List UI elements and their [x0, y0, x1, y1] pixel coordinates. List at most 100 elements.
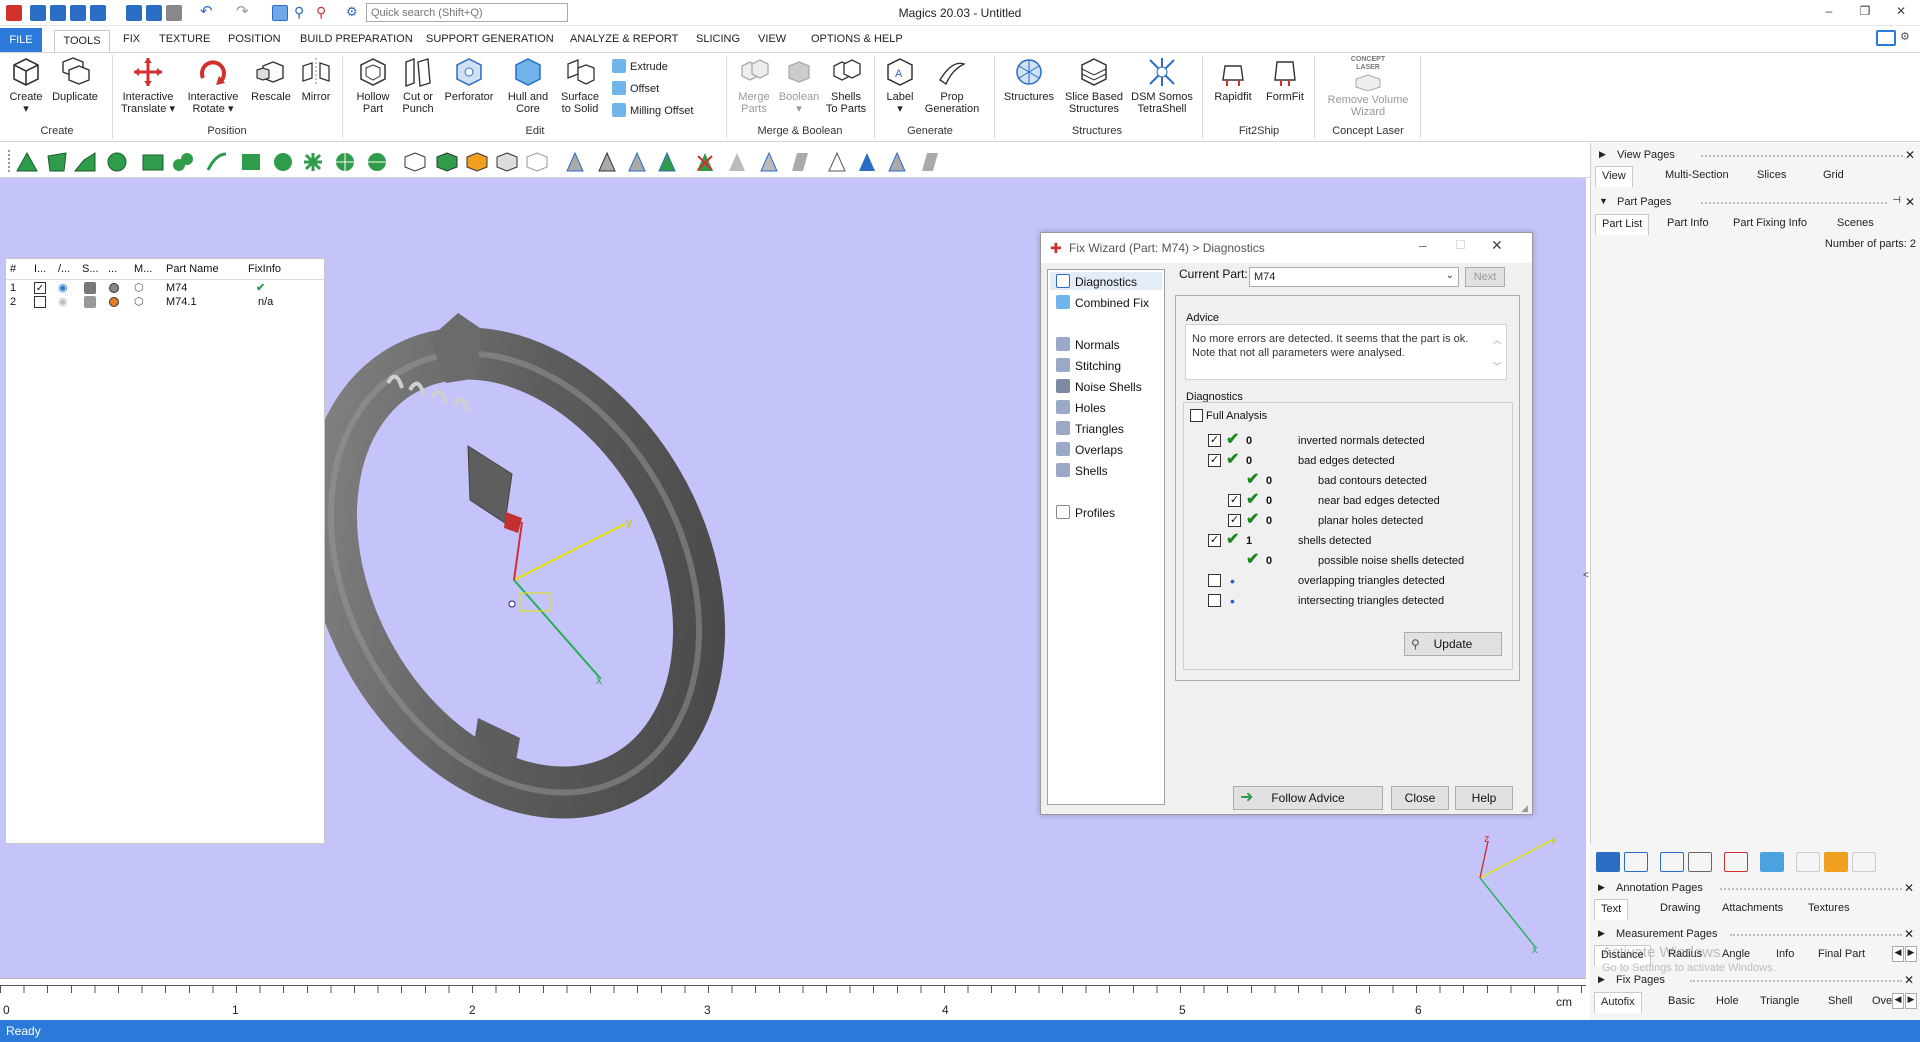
close-icon[interactable]: ✕ — [1905, 148, 1915, 162]
close-icon[interactable]: ✕ — [1905, 195, 1915, 209]
row-inverted-normals-checkbox[interactable]: ✓ — [1208, 434, 1221, 447]
dialog-minimize-icon[interactable]: – — [1419, 237, 1427, 253]
part-tool-icon-1[interactable] — [1796, 852, 1820, 872]
current-part-select[interactable]: M74 ⌄ — [1249, 267, 1459, 287]
formfit-button[interactable]: FormFit — [1260, 56, 1310, 103]
duplicate-button[interactable]: Duplicate — [50, 56, 100, 103]
menu-support-generation[interactable]: SUPPORT GENERATION — [426, 33, 554, 45]
col-number[interactable]: # — [10, 263, 16, 275]
menu-position[interactable]: POSITION — [228, 33, 281, 45]
tab-textures[interactable]: Textures — [1808, 902, 1850, 914]
menu-tools[interactable]: TOOLS — [54, 30, 110, 52]
triangle-tool-icon-10[interactable] — [886, 152, 908, 172]
triangle-tool-icon-9[interactable] — [856, 152, 878, 172]
tab-slices[interactable]: Slices — [1757, 169, 1786, 181]
part-cube-icon-5[interactable] — [526, 152, 548, 172]
menu-texture[interactable]: TEXTURE — [159, 33, 210, 45]
nav-holes[interactable]: Holes — [1056, 400, 1106, 415]
dsm-somos-tetrashell-button[interactable]: DSM Somos TetraShell — [1130, 56, 1194, 115]
col-include[interactable]: I... — [34, 263, 46, 275]
dialog-close-icon[interactable]: ✕ — [1491, 237, 1503, 254]
follow-advice-button[interactable]: ➜ Follow Advice — [1233, 786, 1383, 810]
tab-basic[interactable]: Basic — [1668, 995, 1695, 1007]
slice-based-structures-button[interactable]: Slice Based Structures — [1060, 56, 1128, 115]
cut-or-punch-button[interactable]: Cut or Punch — [396, 56, 440, 115]
nav-overlaps[interactable]: Overlaps — [1056, 442, 1123, 457]
part-cube-icon-4[interactable] — [496, 152, 518, 172]
panel-splitter-icon[interactable]: < — [1583, 570, 1589, 581]
triangle-tool-icon-2[interactable] — [596, 152, 618, 172]
triangle-tool-icon-11[interactable] — [918, 152, 940, 172]
nav-combined-fix[interactable]: Combined Fix — [1056, 295, 1149, 310]
select-connected-icon[interactable] — [172, 152, 194, 172]
tab-grid[interactable]: Grid — [1823, 169, 1844, 181]
offset-button[interactable]: Offset — [612, 81, 659, 95]
color-dot[interactable] — [109, 283, 119, 293]
tab-drawing[interactable]: Drawing — [1660, 902, 1700, 914]
tab-autofix[interactable]: Autofix — [1594, 992, 1642, 1013]
tabs-scroll-left-icon[interactable]: ◀ — [1892, 993, 1904, 1009]
pin-icon[interactable]: ⊣ — [1892, 195, 1901, 206]
tabs-scroll-right-icon[interactable]: ▶ — [1905, 946, 1917, 962]
row-shells-checkbox[interactable]: ✓ — [1208, 534, 1221, 547]
material-icon[interactable]: ⬡ — [134, 281, 144, 294]
tab-scenes[interactable]: Scenes — [1837, 217, 1874, 229]
close-icon[interactable]: ✕ — [1904, 973, 1914, 987]
col-material[interactable]: M... — [134, 263, 152, 275]
table-row[interactable]: 1 ✓ ◉ ⬡ M74 ✔ — [6, 281, 324, 295]
menu-view[interactable]: VIEW — [758, 33, 786, 45]
part-wire-icon[interactable] — [1688, 852, 1712, 872]
menu-file[interactable]: FILE — [0, 28, 42, 52]
mirror-button[interactable]: Mirror — [296, 56, 336, 103]
tab-shell[interactable]: Shell — [1828, 995, 1852, 1007]
close-icon[interactable]: ✕ — [1904, 881, 1914, 895]
shading-icon[interactable] — [84, 282, 96, 294]
select-box-icon[interactable] — [142, 152, 164, 172]
tab-hole[interactable]: Hole — [1716, 995, 1739, 1007]
nav-profiles[interactable]: Profiles — [1056, 505, 1115, 520]
dialog-maximize-icon[interactable]: ☐ — [1455, 238, 1466, 252]
interactive-rotate-button[interactable]: Interactive Rotate ▾ — [182, 56, 244, 115]
part-color-icon[interactable] — [1760, 852, 1784, 872]
select-shell-icon[interactable] — [272, 152, 294, 172]
ribbon-display-icon[interactable] — [1876, 30, 1896, 46]
eye-icon[interactable]: ◉ — [58, 295, 68, 308]
close-icon[interactable]: ✕ — [1892, 4, 1910, 20]
remove-volume-wizard-button[interactable]: CONCEPT LASER Remove Volume Wizard — [1318, 56, 1418, 118]
update-button[interactable]: ⚲ Update — [1404, 632, 1502, 656]
view-pages-header[interactable]: ▶ View Pages ✕ — [1591, 147, 1920, 165]
col-part-name[interactable]: Part Name — [166, 263, 219, 275]
perforator-button[interactable]: Perforator — [440, 56, 498, 103]
surface-to-solid-button[interactable]: Surface to Solid — [554, 56, 606, 115]
structures-button[interactable]: Structures — [1000, 56, 1058, 103]
select-multi-icon[interactable] — [302, 152, 324, 172]
tab-part-fixing-info[interactable]: Part Fixing Info — [1733, 217, 1807, 229]
nav-shells[interactable]: Shells — [1056, 463, 1108, 478]
tabs-scroll-left-icon[interactable]: ◀ — [1892, 946, 1904, 962]
minimize-icon[interactable]: – — [1820, 4, 1838, 20]
col-color[interactable]: ... — [108, 263, 117, 275]
select-globe-icon[interactable] — [366, 152, 388, 172]
close-button[interactable]: Close — [1391, 786, 1449, 810]
menu-build-preparation[interactable]: BUILD PREPARATION — [300, 33, 413, 45]
hull-and-core-button[interactable]: Hull and Core — [504, 56, 552, 115]
milling-offset-button[interactable]: Milling Offset — [612, 103, 693, 117]
settings-icon[interactable]: ⚙ — [1900, 30, 1910, 43]
select-marked-icon[interactable] — [240, 152, 262, 172]
row-intersecting-checkbox[interactable] — [1208, 594, 1221, 607]
select-curve-icon[interactable] — [206, 152, 228, 172]
tab-triangle[interactable]: Triangle — [1760, 995, 1799, 1007]
tab-view[interactable]: View — [1595, 166, 1633, 187]
interactive-translate-button[interactable]: Interactive Translate ▾ — [116, 56, 180, 115]
col-shading[interactable]: S... — [82, 263, 99, 275]
tab-attachments[interactable]: Attachments — [1722, 902, 1783, 914]
hollow-part-button[interactable]: Hollow Part — [350, 56, 396, 115]
row-include-checkbox[interactable]: ✓ — [34, 282, 46, 294]
part-cube-icon-2[interactable] — [436, 152, 458, 172]
close-icon[interactable]: ✕ — [1904, 927, 1914, 941]
part-pages-header[interactable]: ▼ Part Pages ⊣ ✕ — [1591, 194, 1920, 212]
select-plane-icon[interactable] — [46, 152, 68, 172]
merge-parts-button[interactable]: Merge Parts — [730, 56, 778, 115]
rescale-button[interactable]: Rescale — [248, 56, 294, 103]
triangle-tool-icon-3[interactable] — [626, 152, 648, 172]
